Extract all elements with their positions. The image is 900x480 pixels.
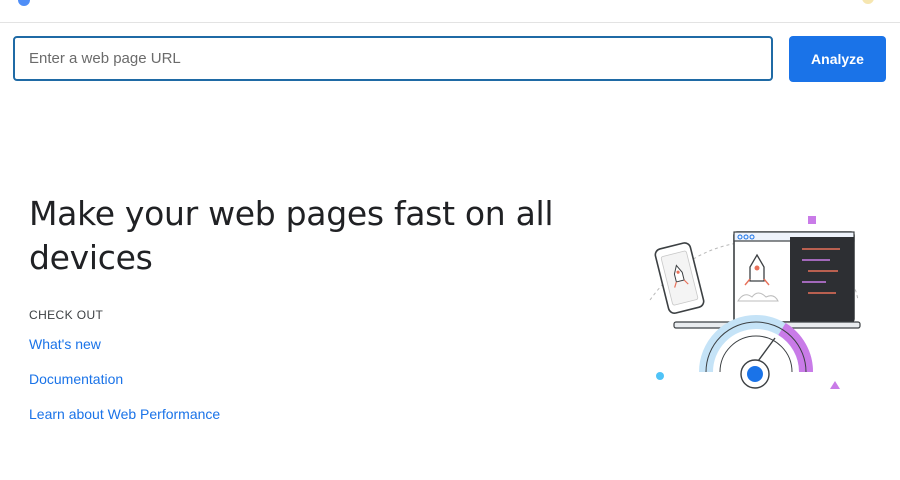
rocket-speed-illustration-icon — [649, 216, 861, 389]
logo-icon — [18, 0, 30, 6]
check-out-label: CHECK OUT — [29, 308, 104, 322]
documentation-link[interactable]: Documentation — [29, 371, 123, 387]
account-icon[interactable] — [862, 0, 874, 4]
whats-new-link[interactable]: What's new — [29, 336, 101, 352]
page-headline: Make your web pages fast on all devices — [29, 194, 554, 277]
analyze-button[interactable]: Analyze — [789, 36, 886, 82]
top-bar — [0, 0, 900, 23]
learn-web-performance-link[interactable]: Learn about Web Performance — [29, 406, 220, 422]
url-input[interactable] — [13, 36, 773, 81]
